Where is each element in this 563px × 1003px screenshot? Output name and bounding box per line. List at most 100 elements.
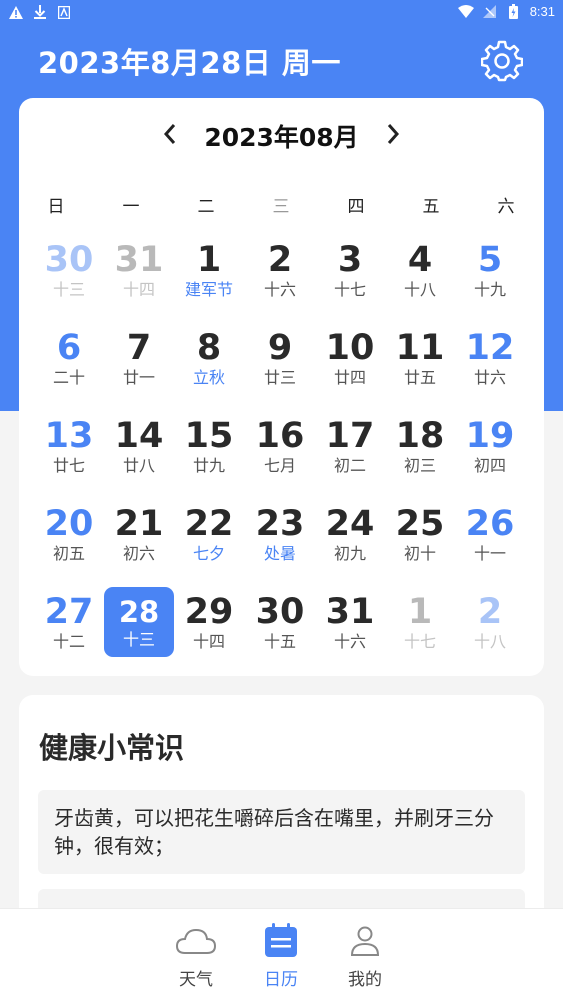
person-icon xyxy=(350,926,380,956)
lunar-date: 初二 xyxy=(333,456,366,475)
lunar-date: 廿七 xyxy=(52,456,85,475)
calendar-day[interactable]: 2 十八 xyxy=(455,587,525,657)
settings-button[interactable] xyxy=(480,40,524,82)
lunar-date: 十七 xyxy=(333,280,366,299)
calendar-day[interactable]: 8 立秋 xyxy=(174,323,244,393)
calendar-day[interactable]: 23 处暑 xyxy=(245,499,315,569)
tab-label: 天气 xyxy=(179,970,213,990)
lunar-date: 初十 xyxy=(403,544,436,563)
calendar-day[interactable]: 13 廿七 xyxy=(34,411,104,481)
calendar-day[interactable]: 16 七月 xyxy=(245,411,315,481)
lunar-date: 十五 xyxy=(263,632,296,651)
calendar-day[interactable]: 6 二十 xyxy=(34,323,104,393)
tab-calendar[interactable]: 日历 xyxy=(246,923,316,990)
month-label: 2023年08月 xyxy=(204,123,359,152)
status-time: 8:31 xyxy=(529,3,555,19)
calendar-day[interactable]: 15 廿九 xyxy=(174,411,244,481)
lunar-date: 廿六 xyxy=(473,368,506,387)
day-number: 21 xyxy=(114,504,164,544)
day-number: 2 xyxy=(477,592,503,632)
lunar-date: 七月 xyxy=(263,456,296,475)
day-number: 19 xyxy=(465,416,515,456)
day-number: 30 xyxy=(255,592,305,632)
calendar-day[interactable]: 5 十九 xyxy=(455,235,525,305)
tab-label: 我的 xyxy=(348,970,382,990)
calendar-day[interactable]: 1 十七 xyxy=(385,587,455,657)
day-number: 20 xyxy=(44,504,94,544)
lunar-date: 初三 xyxy=(403,456,436,475)
day-number: 9 xyxy=(267,328,293,368)
lunar-date: 廿四 xyxy=(333,368,366,387)
day-number: 22 xyxy=(184,504,234,544)
notification-icon xyxy=(56,4,72,20)
tip-item: 牙齿黄，可以把花生嚼碎后含在嘴里，并刷牙三分钟，很有效； xyxy=(38,790,525,874)
calendar-day[interactable]: 27 十二 xyxy=(34,587,104,657)
tab-label: 日历 xyxy=(264,970,298,990)
day-number: 7 xyxy=(126,328,152,368)
lunar-date: 初九 xyxy=(333,544,366,563)
calendar-day[interactable]: 10 廿四 xyxy=(315,323,385,393)
lunar-date: 二十 xyxy=(52,368,85,387)
gear-icon xyxy=(480,40,524,82)
day-number: 23 xyxy=(255,504,305,544)
calendar-day[interactable]: 26 十一 xyxy=(455,499,525,569)
calendar-day[interactable]: 24 初九 xyxy=(315,499,385,569)
battery-icon xyxy=(506,3,522,19)
day-number: 30 xyxy=(44,240,94,280)
calendar-day[interactable]: 3 十七 xyxy=(315,235,385,305)
lunar-date: 处暑 xyxy=(263,544,296,563)
calendar-day[interactable]: 20 初五 xyxy=(34,499,104,569)
lunar-date: 十三 xyxy=(52,280,85,299)
weekday-label: 一 xyxy=(122,197,140,217)
lunar-date: 初六 xyxy=(122,544,155,563)
calendar-day[interactable]: 4 十八 xyxy=(385,235,455,305)
lunar-date: 建军节 xyxy=(184,280,233,299)
calendar-day[interactable]: 17 初二 xyxy=(315,411,385,481)
calendar-card: 2023年08月 日 一 二 三 四 五 六 30 十三 31 十四 1 建军节 2 十六 3 十… xyxy=(19,98,544,676)
day-number: 6 xyxy=(56,328,82,368)
weekday-label: 六 xyxy=(497,197,515,217)
calendar-day[interactable]: 30 十三 xyxy=(34,235,104,305)
calendar-day[interactable]: 21 初六 xyxy=(104,499,174,569)
calendar-day[interactable]: 30 十五 xyxy=(245,587,315,657)
weekday-header: 日 一 二 三 四 五 六 xyxy=(19,192,544,217)
calendar-day[interactable]: 12 廿六 xyxy=(455,323,525,393)
tab-weather[interactable]: 天气 xyxy=(161,923,231,990)
calendar-day[interactable]: 2 十六 xyxy=(245,235,315,305)
calendar-day[interactable]: 18 初三 xyxy=(385,411,455,481)
lunar-date: 十四 xyxy=(192,632,225,651)
lunar-date: 廿八 xyxy=(122,456,155,475)
calendar-day[interactable]: 11 廿五 xyxy=(385,323,455,393)
warning-icon xyxy=(8,4,24,20)
lunar-date: 十九 xyxy=(473,280,506,299)
day-number: 17 xyxy=(325,416,375,456)
calendar-day[interactable]: 25 初十 xyxy=(385,499,455,569)
day-number: 15 xyxy=(184,416,234,456)
day-number: 27 xyxy=(44,592,94,632)
lunar-date: 立秋 xyxy=(192,368,225,387)
tab-profile[interactable]: 我的 xyxy=(330,923,400,990)
calendar-day[interactable]: 31 十六 xyxy=(315,587,385,657)
day-number: 11 xyxy=(395,328,445,368)
status-bar: 8:31 xyxy=(0,0,563,24)
day-number: 13 xyxy=(44,416,94,456)
calendar-day[interactable]: 1 建军节 xyxy=(174,235,244,305)
calendar-day-selected[interactable]: 28 十三 xyxy=(104,587,174,657)
calendar-day[interactable]: 19 初四 xyxy=(455,411,525,481)
lunar-date: 十七 xyxy=(403,632,436,651)
health-title: 健康小常识 xyxy=(39,731,185,765)
lunar-date: 十六 xyxy=(263,280,296,299)
calendar-day[interactable]: 29 十四 xyxy=(174,587,244,657)
lunar-date: 十一 xyxy=(473,544,506,563)
lunar-date: 初四 xyxy=(473,456,506,475)
calendar-day[interactable]: 31 十四 xyxy=(104,235,174,305)
next-month-button[interactable] xyxy=(375,116,411,152)
calendar-day[interactable]: 14 廿八 xyxy=(104,411,174,481)
day-number: 5 xyxy=(477,240,503,280)
lunar-date: 十三 xyxy=(122,630,155,649)
lunar-date: 十二 xyxy=(52,632,85,651)
day-number: 18 xyxy=(395,416,445,456)
calendar-day[interactable]: 9 廿三 xyxy=(245,323,315,393)
calendar-day[interactable]: 22 七夕 xyxy=(174,499,244,569)
calendar-day[interactable]: 7 廿一 xyxy=(104,323,174,393)
